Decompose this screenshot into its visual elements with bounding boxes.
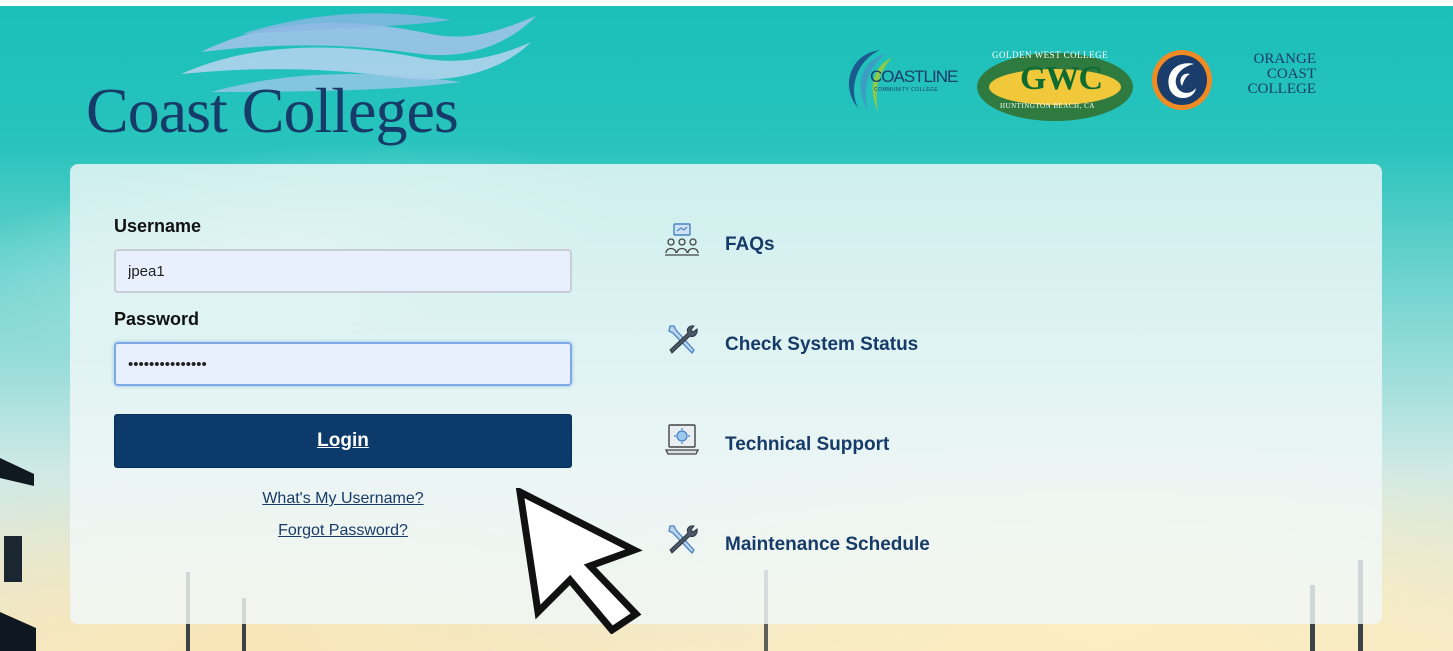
tools-icon — [668, 325, 698, 355]
login-form: Username Password Login What's My Userna… — [114, 216, 574, 554]
occ-line-2: COAST — [1266, 66, 1316, 82]
menu-label-check-system-status: Check System Status — [725, 334, 919, 355]
menu-label-maintenance-schedule: Maintenance Schedule — [725, 534, 930, 555]
faq-people-icon — [665, 223, 699, 256]
menu-item-technical-support[interactable]: Technical Support — [664, 422, 1164, 522]
menu-label-technical-support: Technical Support — [725, 434, 890, 455]
login-button[interactable]: Login — [114, 414, 572, 468]
coastline-name: COASTLINE — [870, 67, 958, 86]
coast-colleges-logo: Coast Colleges — [86, 12, 566, 152]
brand-title: Coast Colleges — [86, 75, 459, 146]
occ-line-1: ORANGE — [1253, 51, 1317, 67]
gwc-name: GWC — [1020, 60, 1103, 97]
username-label: Username — [114, 216, 202, 236]
username-input[interactable] — [114, 249, 572, 293]
occ-logo-icon — [1152, 50, 1212, 110]
menu-item-faqs[interactable]: FAQs — [664, 222, 1164, 322]
menu-item-maintenance-schedule[interactable]: Maintenance Schedule — [664, 522, 1164, 622]
gwc-top-text: GOLDEN WEST COLLEGE — [992, 50, 1109, 60]
whats-my-username-link[interactable]: What's My Username? — [114, 490, 572, 508]
menu-label-faqs: FAQs — [725, 234, 775, 255]
occ-name: ORANGE COAST COLLEGE — [1218, 52, 1316, 97]
username-field: Username — [114, 216, 574, 293]
coastline-subtitle: COMMUNITY COLLEGE — [874, 87, 939, 93]
partner-logos: COASTLINE COMMUNITY COLLEGE GOLDEN WEST … — [832, 40, 1322, 121]
login-page: Coast Colleges COASTLINE COMMUNITY COLLE… — [0, 0, 1453, 651]
forgot-password-link[interactable]: Forgot Password? — [114, 522, 572, 540]
mouse-cursor-icon — [515, 488, 643, 634]
tools-icon — [668, 525, 698, 555]
password-label: Password — [114, 309, 200, 329]
laptop-support-icon — [664, 424, 700, 455]
password-field: Password — [114, 309, 574, 386]
occ-line-3: COLLEGE — [1247, 81, 1316, 97]
gwc-bottom-text: HUNTINGTON BEACH, CA — [1000, 102, 1095, 110]
menu-item-check-system-status[interactable]: Check System Status — [664, 322, 1164, 422]
help-links: What's My Username? Forgot Password? — [114, 490, 572, 540]
login-card: Username Password Login What's My Userna… — [70, 164, 1382, 624]
password-input[interactable] — [114, 342, 572, 386]
help-menu: FAQs Check System Status Technical Suppo… — [664, 222, 1164, 622]
